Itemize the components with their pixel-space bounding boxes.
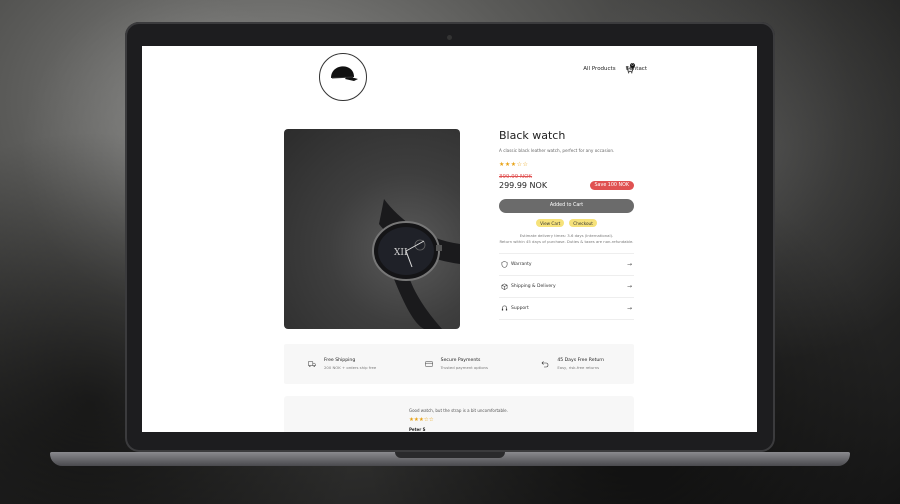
accordion-label: Shipping & Delivery — [511, 284, 556, 289]
cart-actions: View Cart Checkout — [499, 219, 634, 227]
price-row: 299.99 NOK Save 100 NOK — [499, 181, 634, 190]
shield-icon — [501, 261, 508, 268]
arrow-right-icon: → — [626, 283, 632, 290]
return-icon — [541, 361, 549, 368]
cap-icon — [331, 66, 358, 81]
delivery-note-line2: Return within 45 days of purchase. Dutie… — [499, 238, 634, 244]
cart-count-badge: 0 — [630, 63, 635, 68]
add-to-cart-button[interactable]: Added to Cart — [499, 199, 634, 213]
browser-screen: All Products Contact 0 XII Black watch A… — [142, 46, 757, 432]
watch-image: XII — [372, 199, 460, 329]
view-cart-button[interactable]: View Cart — [536, 219, 565, 227]
review-text: Good watch, but the strap is a bit uncom… — [409, 408, 508, 413]
product-image: XII — [284, 129, 460, 329]
feature-secure-payments: Secure Payments Trusted payment options — [401, 344, 518, 384]
top-nav: All Products Contact — [583, 66, 647, 72]
delivery-note: Estimate delivery times: 3-6 days (Inter… — [499, 233, 634, 244]
nav-all-products[interactable]: All Products — [583, 66, 615, 72]
accordion-label: Warranty — [511, 262, 532, 267]
laptop-notch — [395, 452, 505, 458]
feature-free-shipping: Free Shipping 200 NOK + orders ship free — [284, 344, 401, 384]
headset-icon — [501, 305, 508, 311]
review-rating: ★★★☆☆ — [409, 417, 434, 423]
arrow-right-icon: → — [626, 305, 632, 312]
accordion-support[interactable]: Support → — [499, 298, 634, 320]
accordion-warranty[interactable]: Warranty → — [499, 254, 634, 276]
info-accordion: Warranty → Shipping & Delivery → Support… — [499, 253, 634, 320]
feature-subtitle: Easy, risk-free returns — [557, 365, 600, 370]
review-author: Peter S — [409, 427, 426, 432]
old-price: 399.99 NOK — [499, 174, 533, 180]
accordion-shipping[interactable]: Shipping & Delivery → — [499, 276, 634, 298]
store-logo[interactable] — [319, 53, 367, 101]
feature-title: Free Shipping — [324, 358, 356, 363]
product-rating: ★★★☆☆ — [499, 161, 529, 168]
box-icon — [501, 283, 508, 290]
truck-icon — [308, 361, 316, 367]
feature-title: Secure Payments — [440, 358, 481, 363]
product-description: A classic black leather watch, perfect f… — [499, 148, 615, 153]
review-card: Good watch, but the strap is a bit uncom… — [284, 396, 634, 432]
arrow-right-icon: → — [626, 261, 632, 268]
features-bar: Free Shipping 200 NOK + orders ship free… — [284, 344, 634, 384]
accordion-label: Support — [511, 306, 529, 311]
save-badge: Save 100 NOK — [589, 181, 634, 190]
feature-title: 45 Days Free Return — [557, 358, 605, 363]
svg-text:XII: XII — [394, 248, 408, 258]
current-price: 299.99 NOK — [499, 181, 548, 190]
webcam — [447, 35, 452, 40]
product-info: Black watch A classic black leather watc… — [499, 129, 634, 320]
feature-subtitle: 200 NOK + orders ship free — [324, 365, 377, 370]
checkout-button[interactable]: Checkout — [569, 219, 597, 227]
feature-free-return: 45 Days Free Return Easy, risk-free retu… — [517, 344, 634, 384]
feature-subtitle: Trusted payment options — [440, 365, 488, 370]
card-icon — [424, 361, 433, 367]
product-title: Black watch — [499, 129, 566, 142]
